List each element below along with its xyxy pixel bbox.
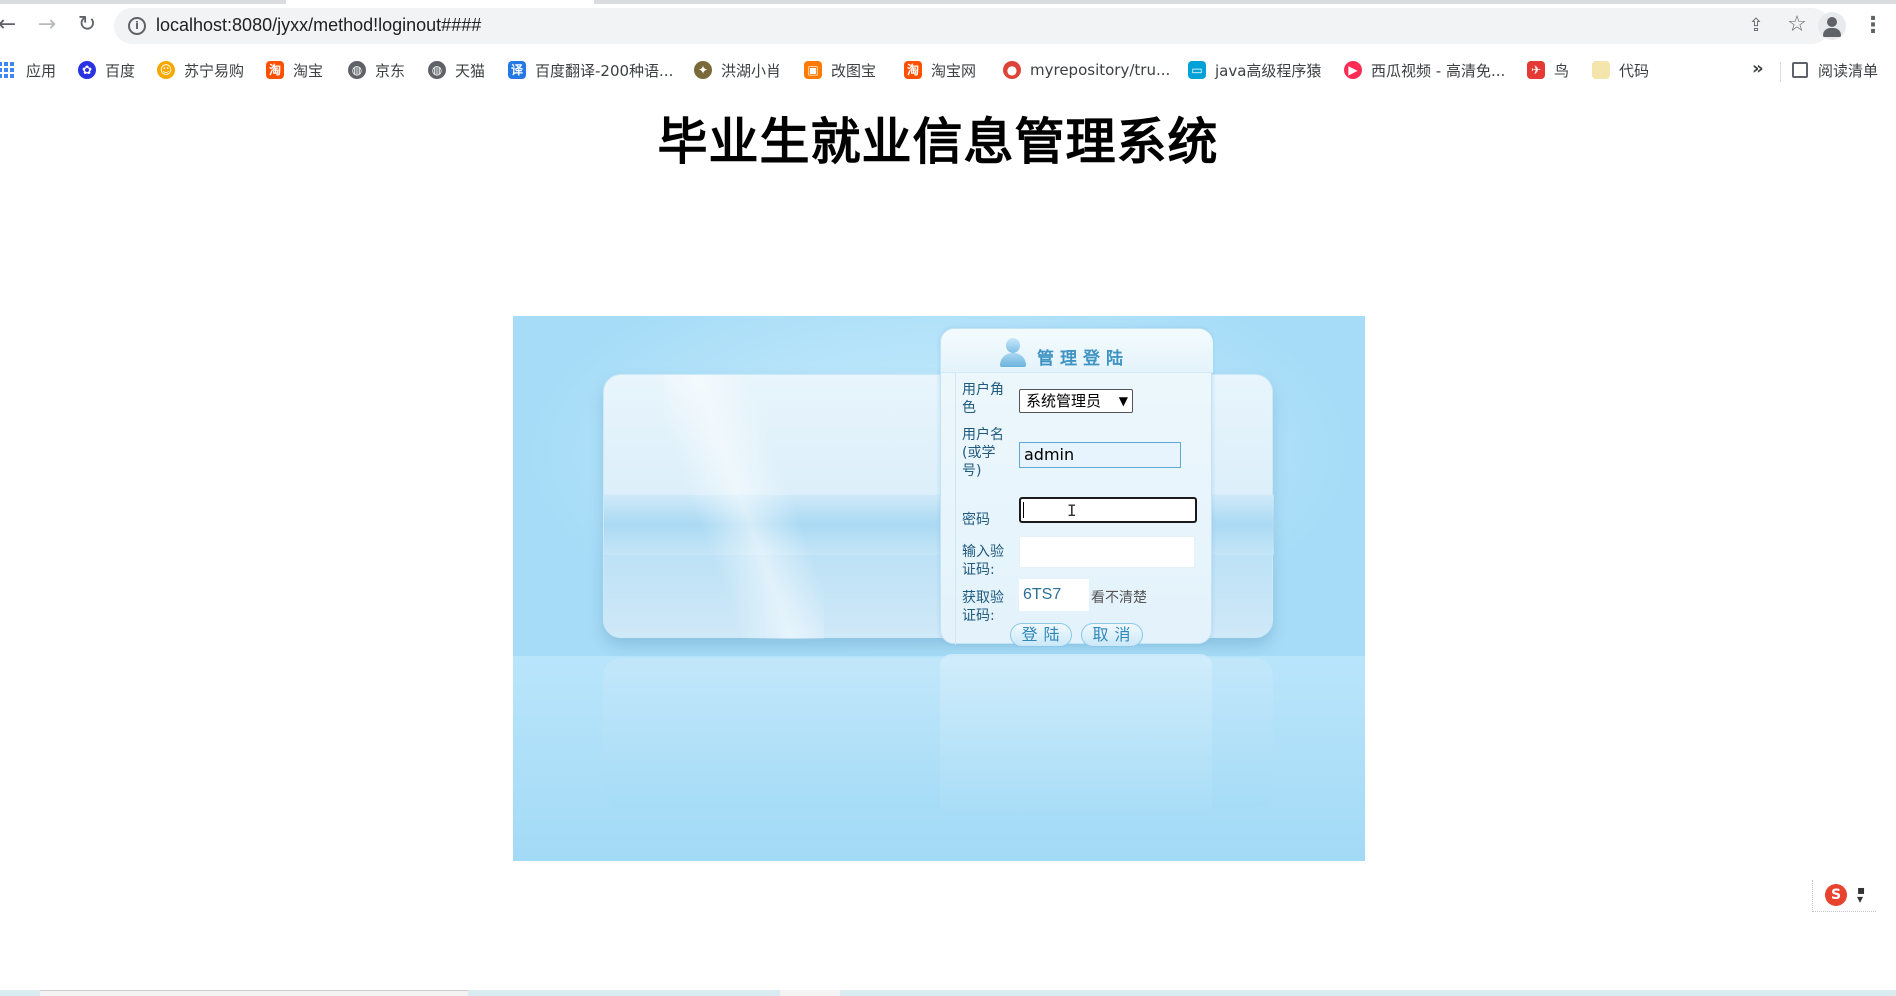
bookmark-label: 京东 (375, 61, 406, 80)
globe-icon: ◍ (348, 61, 366, 79)
login-panel-header: 管理登陆 (941, 329, 1213, 373)
bookmark-label: java高级程序猿 (1215, 61, 1322, 80)
role-select[interactable]: 系统管理员 ▼ (1019, 389, 1133, 413)
bookmarks-divider (1780, 62, 1781, 82)
panel-reflection (940, 654, 1212, 824)
bird-icon: ✦ (694, 61, 712, 79)
reading-list-label: 阅读清单 (1818, 61, 1879, 80)
captcha-refresh-link[interactable]: 看不清楚 (1091, 587, 1147, 607)
bookmark-label: myrepository/tru... (1030, 61, 1171, 79)
ibeam-cursor-icon: I (1067, 501, 1077, 520)
bookmark-gaitubao[interactable]: ▣ 改图宝 (804, 58, 876, 82)
bilibili-icon: ▭ (1188, 61, 1206, 79)
browser-toolbar: ← → ↻ i localhost:8080/jyxx/method!login… (0, 0, 1896, 52)
folder-icon (1592, 61, 1610, 79)
browser-menu-icon[interactable]: ⋮ (1862, 12, 1884, 40)
captcha-image[interactable]: 6TS7 (1019, 579, 1089, 611)
bookmark-taobao-net[interactable]: 淘 淘宝网 (904, 58, 976, 82)
taobao-icon: 淘 (266, 61, 284, 79)
bookmark-code[interactable]: 代码 (1592, 58, 1649, 82)
address-bar[interactable]: i localhost:8080/jyxx/method!loginout###… (114, 8, 1830, 44)
taskbar-strip (0, 990, 1896, 996)
password-input[interactable]: I (1019, 497, 1197, 523)
bookmarks-overflow-button[interactable]: » (1752, 58, 1764, 79)
bookmark-label: 淘宝 (293, 61, 324, 80)
login-panel-title: 管理登陆 (1037, 349, 1129, 369)
globe-icon: ◍ (428, 61, 446, 79)
bookmark-label: 天猫 (455, 61, 486, 80)
apps-icon (0, 62, 14, 78)
tab-strip (0, 0, 1896, 4)
chevron-down-icon: ▼ (1118, 394, 1128, 408)
bookmark-taobao[interactable]: 淘 淘宝 (266, 58, 323, 82)
sogou-ime-icon[interactable]: S (1825, 884, 1847, 906)
bookmark-label: 百度 (105, 61, 136, 80)
role-label: 用户角色 (962, 382, 1004, 416)
ime-menu-icon[interactable]: ▪ ▾ (1857, 884, 1865, 905)
bookmark-apps[interactable]: 应用 (0, 58, 56, 82)
share-icon[interactable]: ⇪ (1746, 16, 1766, 36)
translate-icon: 译 (508, 61, 526, 79)
page-title: 毕业生就业信息管理系统 (657, 113, 1219, 171)
xigua-icon: ▶ (1344, 61, 1362, 79)
bookmark-xigua[interactable]: ▶ 西瓜视频 - 高清免... (1344, 58, 1505, 82)
gaitubao-icon: ▣ (804, 61, 822, 79)
bookmark-label: 洪湖小肖 (721, 61, 782, 80)
site-info-icon[interactable]: i (128, 17, 146, 35)
login-panel: 管理登陆 用户角色 系统管理员 ▼ 用户名(或学号) admin 密码 I 输入… (940, 328, 1213, 647)
ime-toolbar[interactable]: S ▪ ▾ (1812, 880, 1876, 912)
bookmark-label: 改图宝 (831, 61, 877, 80)
reload-icon[interactable]: ↻ (74, 12, 100, 38)
profile-avatar-icon[interactable] (1818, 12, 1846, 40)
bookmark-jd[interactable]: ◍ 京东 (348, 58, 405, 82)
username-label: 用户名(或学号) (962, 427, 1004, 479)
captcha-input-label: 输入验证码: (962, 544, 1004, 578)
forward-arrow-icon[interactable]: → (34, 12, 60, 38)
url-text[interactable]: localhost:8080/jyxx/method!loginout#### (156, 15, 481, 36)
text-caret (1023, 502, 1024, 518)
suning-icon: ☺ (157, 61, 175, 79)
reading-list-icon (1792, 62, 1808, 78)
password-label: 密码 (962, 512, 990, 528)
captcha-input[interactable] (1019, 536, 1195, 568)
user-icon (998, 337, 1028, 367)
cancel-button[interactable]: 取消 (1081, 623, 1143, 647)
bookmark-label: 应用 (26, 61, 57, 80)
back-arrow-icon[interactable]: ← (0, 12, 20, 38)
baidu-icon: ✿ (78, 61, 96, 79)
reading-list-button[interactable]: 阅读清单 (1792, 58, 1878, 82)
chrome-icon: ● (1003, 61, 1021, 79)
bookmark-suning[interactable]: ☺ 苏宁易购 (157, 58, 244, 82)
login-scene: 管理登陆 用户角色 系统管理员 ▼ 用户名(或学号) admin 密码 I 输入… (513, 316, 1365, 861)
role-select-value: 系统管理员 (1026, 392, 1102, 410)
bookmark-honghu[interactable]: ✦ 洪湖小肖 (694, 58, 781, 82)
bookmark-label: 百度翻译-200种语... (535, 61, 674, 80)
captcha-label: 获取验证码: (962, 590, 1004, 624)
username-input[interactable]: admin (1019, 442, 1181, 468)
bookmark-tmall[interactable]: ◍ 天猫 (428, 58, 485, 82)
bookmark-label: 苏宁易购 (184, 61, 245, 80)
bookmark-label: 西瓜视频 - 高清免... (1371, 61, 1506, 80)
bookmark-label: 淘宝网 (931, 61, 977, 80)
login-button[interactable]: 登陆 (1010, 623, 1072, 647)
bookmark-baidu-translate[interactable]: 译 百度翻译-200种语... (508, 58, 673, 82)
taobao-icon: 淘 (904, 61, 922, 79)
bird-red-icon: ✈ (1527, 61, 1545, 79)
bookmark-java[interactable]: ▭ java高级程序猿 (1188, 58, 1321, 82)
bookmark-baidu[interactable]: ✿ 百度 (78, 58, 135, 82)
bookmark-label: 鸟 (1554, 61, 1570, 80)
bookmark-bird[interactable]: ✈ 鸟 (1527, 58, 1569, 82)
bookmark-star-icon[interactable]: ☆ (1786, 14, 1808, 36)
bookmark-label: 代码 (1619, 61, 1650, 80)
bookmarks-bar: 应用 ✿ 百度 ☺ 苏宁易购 淘 淘宝 ◍ 京东 ◍ 天猫 译 百度翻译-200… (0, 52, 1896, 88)
bookmark-myrepository[interactable]: ● myrepository/tru... (1003, 58, 1170, 82)
